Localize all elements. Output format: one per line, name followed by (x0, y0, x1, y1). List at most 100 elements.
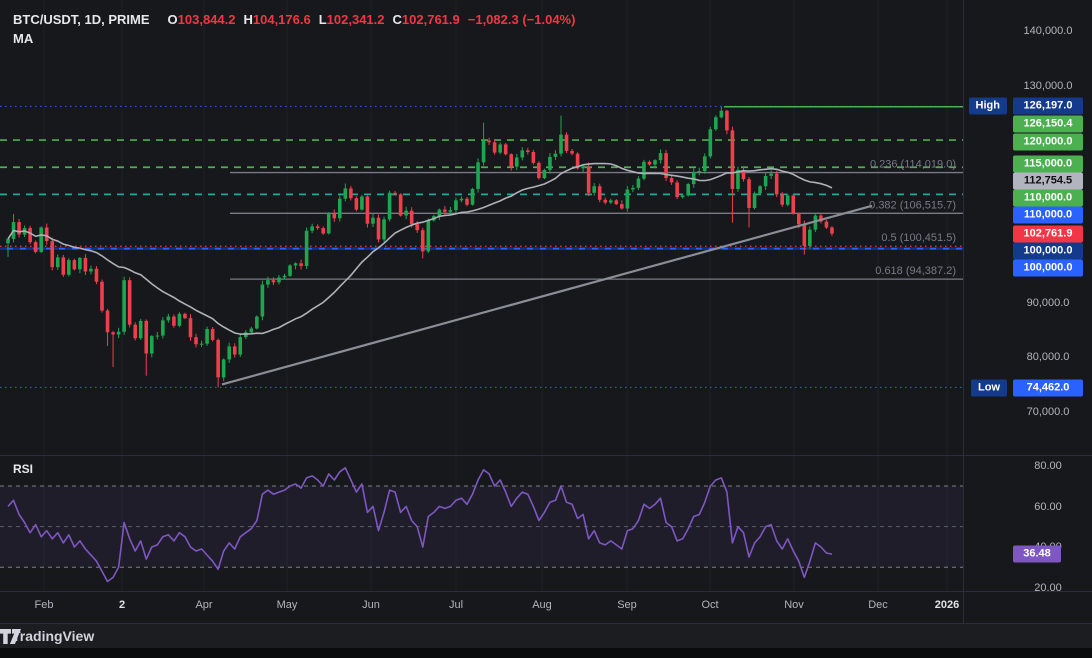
candle-body (714, 117, 718, 129)
candle-body (238, 337, 242, 354)
rsi-chart-canvas[interactable] (0, 455, 963, 591)
candle-body (78, 258, 82, 269)
tradingview-wordmark[interactable]: TradingView (12, 628, 94, 644)
high-value: 104,176.6 (253, 12, 311, 27)
candle-body (471, 189, 475, 205)
candle-body (565, 135, 569, 151)
price-chart-canvas[interactable]: 0.236 (114,019.0)0.382 (106,515.7)0.5 (1… (0, 0, 963, 455)
ma-indicator-label[interactable]: MA (13, 31, 33, 46)
candle-body (775, 174, 779, 195)
candle-body (554, 154, 558, 157)
candle-body (377, 218, 381, 240)
candle-body (332, 213, 336, 218)
legend-row-indicator: MA (13, 29, 575, 48)
candle-body (261, 285, 265, 317)
high-marker-badge: High (969, 98, 1007, 115)
candle-body (592, 186, 596, 193)
candle-body (338, 199, 342, 219)
low-value-badge: 74,462.0 (1013, 380, 1083, 397)
time-axis-label: 2026 (935, 599, 959, 611)
candle-body (28, 228, 32, 242)
candle-body (299, 263, 303, 266)
candle-body (106, 311, 110, 333)
candle-body (128, 280, 132, 325)
candle-body (167, 317, 171, 321)
candle-body (686, 184, 690, 195)
candle-body (183, 314, 187, 318)
price-badge: 126,150.4 (1013, 116, 1083, 133)
high-value-badge: 126,197.0 (1013, 98, 1083, 115)
bottom-strip (0, 648, 1092, 658)
candle-body (769, 174, 773, 176)
trendline[interactable] (222, 206, 872, 385)
candle-body (631, 188, 635, 190)
candle-body (620, 204, 624, 208)
low-marker-badge: Low (971, 380, 1007, 397)
fib-label: 0.382 (106,515.7) (869, 199, 956, 211)
symbol-title[interactable]: BTC/USDT, 1D, PRIME (13, 12, 150, 27)
candle-body (73, 260, 77, 269)
price-axis-label: 70,000.0 (1013, 406, 1083, 418)
candle-body (100, 282, 104, 311)
time-axis-label: Apr (195, 599, 212, 611)
candle-body (266, 280, 270, 284)
candle-body (45, 228, 49, 242)
candle-body (532, 152, 536, 163)
time-axis-label: 2 (119, 599, 125, 611)
candle-body (200, 344, 204, 345)
tradingview-logo-icon[interactable] (0, 629, 21, 644)
time-axis[interactable]: Feb2AprMayJunJulAugSepOctNovDec2026 (0, 591, 963, 623)
candle-body (227, 346, 231, 359)
candle-body (570, 151, 574, 154)
candle-body (797, 213, 801, 224)
candle-body (50, 241, 54, 267)
candle-body (277, 277, 281, 282)
candle-body (825, 222, 829, 228)
candle-body (194, 337, 198, 344)
candle-body (537, 163, 541, 178)
candle-body (250, 328, 254, 332)
candle-body (305, 231, 309, 266)
candle-body (172, 317, 176, 326)
candle-body (460, 199, 464, 201)
price-axis[interactable]: 140,000.0130,000.0High126,197.0126,150.4… (963, 0, 1092, 623)
branding-bar: TradingView (0, 623, 1092, 648)
time-axis-label: May (277, 599, 298, 611)
candle-body (399, 194, 403, 215)
candle-body (543, 170, 547, 178)
candle-body (830, 228, 834, 234)
candle-body (681, 195, 685, 197)
low-label: L (319, 12, 327, 27)
price-axis-label: 90,000.0 (1013, 297, 1083, 309)
candle-body (786, 195, 790, 204)
candle-body (780, 194, 784, 204)
fib-label: 0.618 (94,387.2) (875, 265, 956, 277)
time-axis-label: Dec (868, 599, 888, 611)
candle-body (150, 336, 154, 353)
candle-body (133, 325, 137, 339)
close-label: C (393, 12, 402, 27)
time-axis-label: Aug (532, 599, 552, 611)
candle-body (803, 224, 807, 246)
price-badge: 102,761.9 (1013, 226, 1083, 243)
price-axis-label: 80,000.0 (1013, 351, 1083, 363)
candle-body (587, 166, 591, 193)
candle-body (84, 258, 88, 272)
candle-body (438, 210, 442, 217)
candle-body (747, 179, 751, 208)
candle-body (144, 321, 148, 354)
open-label: O (168, 12, 178, 27)
candle-body (205, 329, 209, 344)
candle-body (39, 228, 43, 252)
pane-separator[interactable] (0, 455, 1092, 456)
candle-body (139, 321, 143, 338)
candle-body (122, 280, 126, 332)
close-value: 102,761.9 (402, 12, 460, 27)
candle-body (443, 210, 447, 212)
candle-body (764, 176, 768, 186)
rsi-indicator-label[interactable]: RSI (13, 462, 33, 476)
price-badge: 100,000.0 (1013, 243, 1083, 260)
candle-body (410, 211, 414, 225)
candle-body (731, 130, 735, 189)
candle-body (344, 188, 348, 198)
